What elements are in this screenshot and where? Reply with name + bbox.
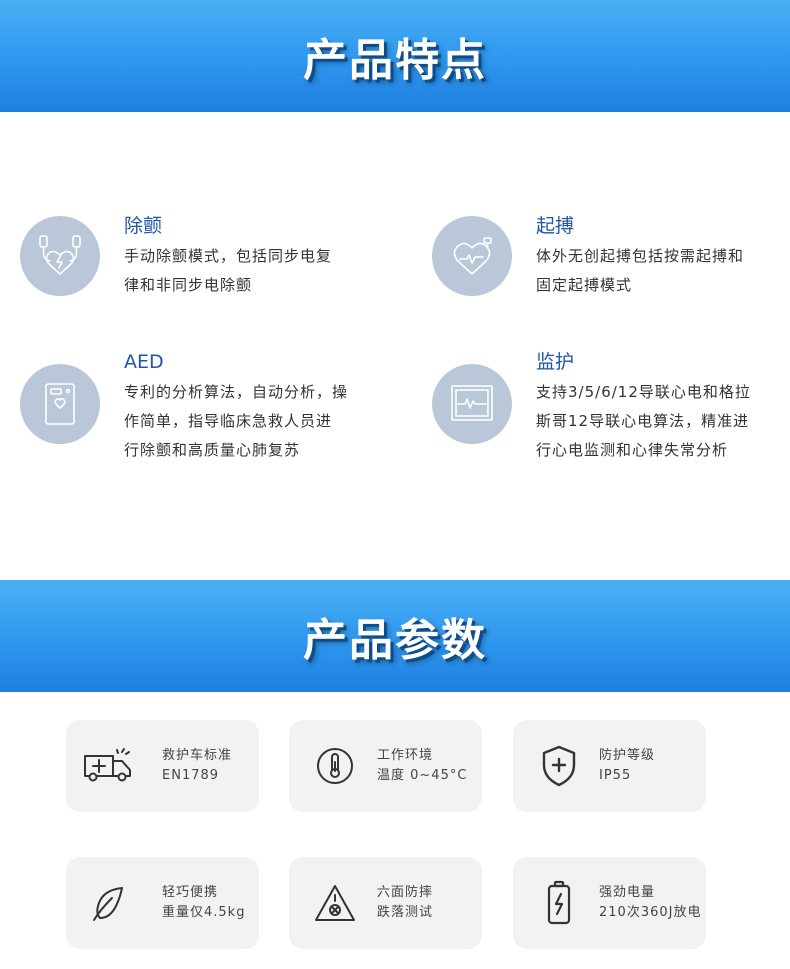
- feature-title: 起搏: [536, 215, 575, 237]
- defib-icon: [20, 216, 100, 296]
- feature-description: 专利的分析算法，自动分析，操 作简单，指导临床急救人员进 行除颤和高质量心肺复苏: [124, 378, 364, 465]
- params-banner: 产品参数: [0, 580, 790, 692]
- param-card-battery: 强劲电量 210次360J放电: [513, 857, 706, 949]
- feature-title: 除颤: [124, 215, 163, 237]
- features-banner: 产品特点: [0, 0, 790, 112]
- feature-desc-line: 行除颤和高质量心肺复苏: [124, 441, 301, 459]
- param-value: 温度 0~45°C: [377, 768, 468, 783]
- feature-desc-line: 支持3/5/6/12导联心电和格拉: [536, 383, 751, 401]
- feature-description: 手动除颤模式，包括同步电复 律和非同步电除颤: [124, 242, 364, 300]
- param-value: IP55: [599, 768, 632, 783]
- feature-aed: AED 专利的分析算法，自动分析，操 作简单，指导临床急救人员进 行除颤和高质量…: [20, 350, 364, 465]
- param-label: 工作环境: [377, 748, 434, 763]
- param-card-ambulance: 救护车标准 EN1789: [66, 720, 259, 812]
- param-value: EN1789: [162, 768, 220, 783]
- ambulance-icon: [80, 748, 136, 784]
- monitor-icon: [432, 364, 512, 444]
- param-label: 六面防摔: [377, 885, 434, 900]
- features-heading: 产品特点: [303, 35, 487, 86]
- feature-pacing: 起搏 体外无创起搏包括按需起搏和 固定起搏模式: [432, 214, 776, 300]
- feature-desc-line: 斯哥12导联心电算法，精准进: [536, 412, 750, 430]
- param-label: 强劲电量: [599, 885, 656, 900]
- param-label: 防护等级: [599, 748, 656, 763]
- feature-title: AED: [124, 351, 164, 373]
- feature-desc-line: 专利的分析算法，自动分析，操: [124, 383, 349, 401]
- feature-desc-line: 律和非同步电除颤: [124, 276, 253, 294]
- param-value: 重量仅4.5kg: [162, 905, 246, 920]
- param-value: 210次360J放电: [599, 905, 702, 920]
- feature-desc-line: 体外无创起搏包括按需起搏和: [536, 247, 745, 265]
- feature-desc-line: 作简单，指导临床急救人员进: [124, 412, 333, 430]
- feature-title: 监护: [536, 351, 575, 373]
- feature-desc-line: 手动除颤模式，包括同步电复: [124, 247, 333, 265]
- param-label: 轻巧便携: [162, 885, 219, 900]
- drop-warning-icon: [307, 883, 363, 923]
- feature-desc-line: 固定起搏模式: [536, 276, 633, 294]
- feature-monitoring: 监护 支持3/5/6/12导联心电和格拉 斯哥12导联心电算法，精准进 行心电监…: [432, 350, 776, 465]
- shield-plus-icon: [531, 744, 587, 788]
- feature-description: 支持3/5/6/12导联心电和格拉 斯哥12导联心电算法，精准进 行心电监测和心…: [536, 378, 776, 465]
- battery-icon: [531, 880, 587, 926]
- feature-desc-line: 行心电监测和心律失常分析: [536, 441, 729, 459]
- feature-description: 体外无创起搏包括按需起搏和 固定起搏模式: [536, 242, 776, 300]
- param-card-protection: 防护等级 IP55: [513, 720, 706, 812]
- heart-pacing-icon: [432, 216, 512, 296]
- param-card-portable: 轻巧便携 重量仅4.5kg: [66, 857, 259, 949]
- aed-device-icon: [20, 364, 100, 444]
- param-card-environment: 工作环境 温度 0~45°C: [289, 720, 482, 812]
- param-value: 跌落测试: [377, 905, 434, 920]
- feature-defibrillation: 除颤 手动除颤模式，包括同步电复 律和非同步电除颤: [20, 214, 364, 300]
- feather-icon: [80, 883, 136, 923]
- param-label: 救护车标准: [162, 748, 233, 763]
- param-card-drop-test: 六面防摔 跌落测试: [289, 857, 482, 949]
- thermometer-icon: [307, 746, 363, 786]
- params-heading: 产品参数: [303, 615, 487, 666]
